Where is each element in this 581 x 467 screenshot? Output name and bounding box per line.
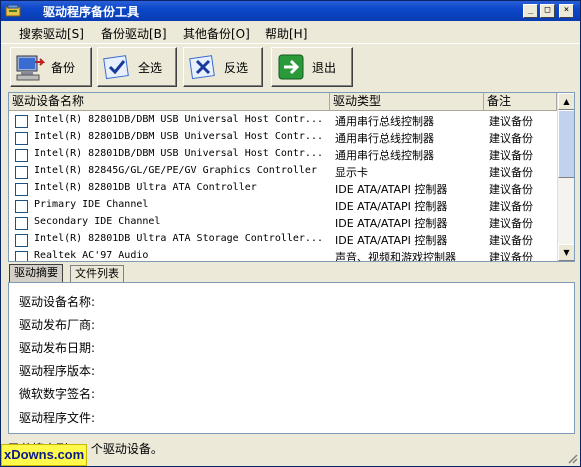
check-icon bbox=[103, 55, 129, 80]
scroll-down-icon[interactable]: ▼ bbox=[558, 244, 574, 261]
table-row[interactable]: Realtek AC'97 Audio 声音、视频和游戏控制器 建议备份 bbox=[9, 248, 557, 262]
table-row[interactable]: Secondary IDE Channel IDE ATA/ATAPI 控制器 … bbox=[9, 214, 557, 231]
app-window: 驱动程序备份工具 _ □ × 搜索驱动[S] 备份驱动[B] 其他备份[O] 帮… bbox=[0, 0, 581, 467]
row-checkbox[interactable] bbox=[15, 183, 28, 196]
menu-help[interactable]: 帮助[H] bbox=[265, 25, 307, 42]
row-checkbox[interactable] bbox=[15, 251, 28, 261]
computer-backup-icon bbox=[16, 55, 45, 81]
invert-selection-label: 反选 bbox=[224, 60, 249, 75]
row-checkbox[interactable] bbox=[15, 166, 28, 179]
row-checkbox[interactable] bbox=[15, 234, 28, 247]
list-scrollbar[interactable]: ▲ ▼ bbox=[557, 93, 574, 261]
backup-label: 备份 bbox=[51, 60, 76, 75]
device-name-cell: Intel(R) 82801DB Ultra ATA Controller bbox=[34, 182, 257, 193]
vendor-label: 驱动发布厂商: bbox=[19, 318, 96, 332]
device-name-cell: Secondary IDE Channel bbox=[34, 216, 161, 227]
note-cell: 建议备份 bbox=[489, 149, 533, 162]
driver-type-cell: 声音、视频和游戏控制器 bbox=[335, 251, 456, 262]
note-cell: 建议备份 bbox=[489, 115, 533, 128]
device-name-cell: Intel(R) 82801DB/DBM USB Universal Host … bbox=[34, 148, 323, 159]
exit-button[interactable]: 退出 bbox=[271, 47, 353, 87]
tab-file-list[interactable]: 文件列表 bbox=[70, 265, 124, 282]
scroll-thumb[interactable] bbox=[558, 110, 574, 178]
driver-type-cell: IDE ATA/ATAPI 控制器 bbox=[335, 234, 448, 247]
title-bar[interactable]: 驱动程序备份工具 _ □ × bbox=[1, 1, 580, 21]
watermark-logo: xDowns.com bbox=[1, 444, 87, 466]
maximize-button[interactable]: □ bbox=[540, 4, 555, 18]
driver-type-cell: IDE ATA/ATAPI 控制器 bbox=[335, 183, 448, 196]
scroll-up-icon[interactable]: ▲ bbox=[558, 93, 574, 110]
menu-bar: 搜索驱动[S] 备份驱动[B] 其他备份[O] 帮助[H] bbox=[1, 22, 580, 42]
exit-icon bbox=[278, 54, 304, 80]
column-header-driver-type[interactable]: 驱动类型 bbox=[330, 93, 484, 111]
driver-type-cell: IDE ATA/ATAPI 控制器 bbox=[335, 217, 448, 230]
note-cell: 建议备份 bbox=[489, 234, 533, 247]
table-row[interactable]: Intel(R) 82801DB/DBM USB Universal Host … bbox=[9, 129, 557, 146]
table-row[interactable]: Primary IDE Channel IDE ATA/ATAPI 控制器 建议… bbox=[9, 197, 557, 214]
table-row[interactable]: Intel(R) 82845G/GL/GE/PE/GV Graphics Con… bbox=[9, 163, 557, 180]
detail-tabs: 驱动摘要 文件列表 bbox=[8, 264, 575, 282]
driver-version-label: 驱动程序版本: bbox=[19, 364, 96, 378]
driver-files-label: 驱动程序文件: bbox=[19, 411, 96, 425]
row-checkbox[interactable] bbox=[15, 149, 28, 162]
app-icon bbox=[5, 4, 21, 17]
tab-driver-summary[interactable]: 驱动摘要 bbox=[9, 264, 63, 282]
select-all-label: 全选 bbox=[138, 60, 163, 75]
driver-summary-panel: 驱动设备名称: 驱动发布厂商: 驱动发布日期: 驱动程序版本: 微软数字签名: … bbox=[8, 282, 575, 434]
driver-type-cell: 通用串行总线控制器 bbox=[335, 149, 434, 162]
minimize-button[interactable]: _ bbox=[523, 4, 538, 18]
note-cell: 建议备份 bbox=[489, 200, 533, 213]
column-header-device-name[interactable]: 驱动设备名称 bbox=[9, 93, 330, 111]
digital-signature-label: 微软数字签名: bbox=[19, 387, 96, 401]
device-name-cell: Intel(R) 82801DB Ultra ATA Storage Contr… bbox=[34, 233, 323, 244]
window-title: 驱动程序备份工具 bbox=[43, 5, 140, 19]
row-checkbox[interactable] bbox=[15, 115, 28, 128]
driver-type-cell: 显示卡 bbox=[335, 166, 368, 179]
device-name-cell: Primary IDE Channel bbox=[34, 199, 149, 210]
invert-selection-button[interactable]: 反选 bbox=[183, 47, 263, 87]
row-checkbox[interactable] bbox=[15, 200, 28, 213]
device-name-cell: Realtek AC'97 Audio bbox=[34, 250, 149, 261]
exit-label: 退出 bbox=[312, 60, 337, 75]
close-button[interactable]: × bbox=[559, 4, 574, 18]
device-name-cell: Intel(R) 82845G/GL/GE/PE/GV Graphics Con… bbox=[34, 165, 317, 176]
row-checkbox[interactable] bbox=[15, 217, 28, 230]
menu-other-backup[interactable]: 其他备份[O] bbox=[183, 25, 250, 42]
table-row[interactable]: Intel(R) 82801DB/DBM USB Universal Host … bbox=[9, 112, 557, 129]
note-cell: 建议备份 bbox=[489, 166, 533, 179]
table-row[interactable]: Intel(R) 82801DB Ultra ATA Controller ID… bbox=[9, 180, 557, 197]
note-cell: 建议备份 bbox=[489, 183, 533, 196]
backup-button[interactable]: 备份 bbox=[10, 47, 92, 87]
note-cell: 建议备份 bbox=[489, 217, 533, 230]
resize-grip-icon[interactable] bbox=[566, 452, 578, 464]
list-body: Intel(R) 82801DB/DBM USB Universal Host … bbox=[9, 112, 557, 262]
driver-type-cell: IDE ATA/ATAPI 控制器 bbox=[335, 200, 448, 213]
status-bar: 已共搜索到 22 个驱动设备。 bbox=[1, 437, 580, 466]
cross-icon bbox=[189, 55, 215, 80]
release-date-label: 驱动发布日期: bbox=[19, 341, 96, 355]
list-header: 驱动设备名称 驱动类型 备注 bbox=[9, 93, 557, 111]
note-cell: 建议备份 bbox=[489, 132, 533, 145]
note-cell: 建议备份 bbox=[489, 251, 533, 262]
driver-list[interactable]: 驱动设备名称 驱动类型 备注 Intel(R) 82801DB/DBM USB … bbox=[8, 92, 575, 262]
table-row[interactable]: Intel(R) 82801DB/DBM USB Universal Host … bbox=[9, 146, 557, 163]
row-checkbox[interactable] bbox=[15, 132, 28, 145]
driver-type-cell: 通用串行总线控制器 bbox=[335, 115, 434, 128]
device-name-cell: Intel(R) 82801DB/DBM USB Universal Host … bbox=[34, 114, 323, 125]
menu-backup-drivers[interactable]: 备份驱动[B] bbox=[101, 25, 167, 42]
menu-search-drivers[interactable]: 搜索驱动[S] bbox=[19, 25, 84, 42]
toolbar: 备份 全选 反选 退出 bbox=[1, 43, 580, 91]
device-name-label: 驱动设备名称: bbox=[19, 295, 96, 309]
column-header-note[interactable]: 备注 bbox=[484, 93, 557, 111]
select-all-button[interactable]: 全选 bbox=[97, 47, 177, 87]
device-name-cell: Intel(R) 82801DB/DBM USB Universal Host … bbox=[34, 131, 323, 142]
driver-type-cell: 通用串行总线控制器 bbox=[335, 132, 434, 145]
table-row[interactable]: Intel(R) 82801DB Ultra ATA Storage Contr… bbox=[9, 231, 557, 248]
